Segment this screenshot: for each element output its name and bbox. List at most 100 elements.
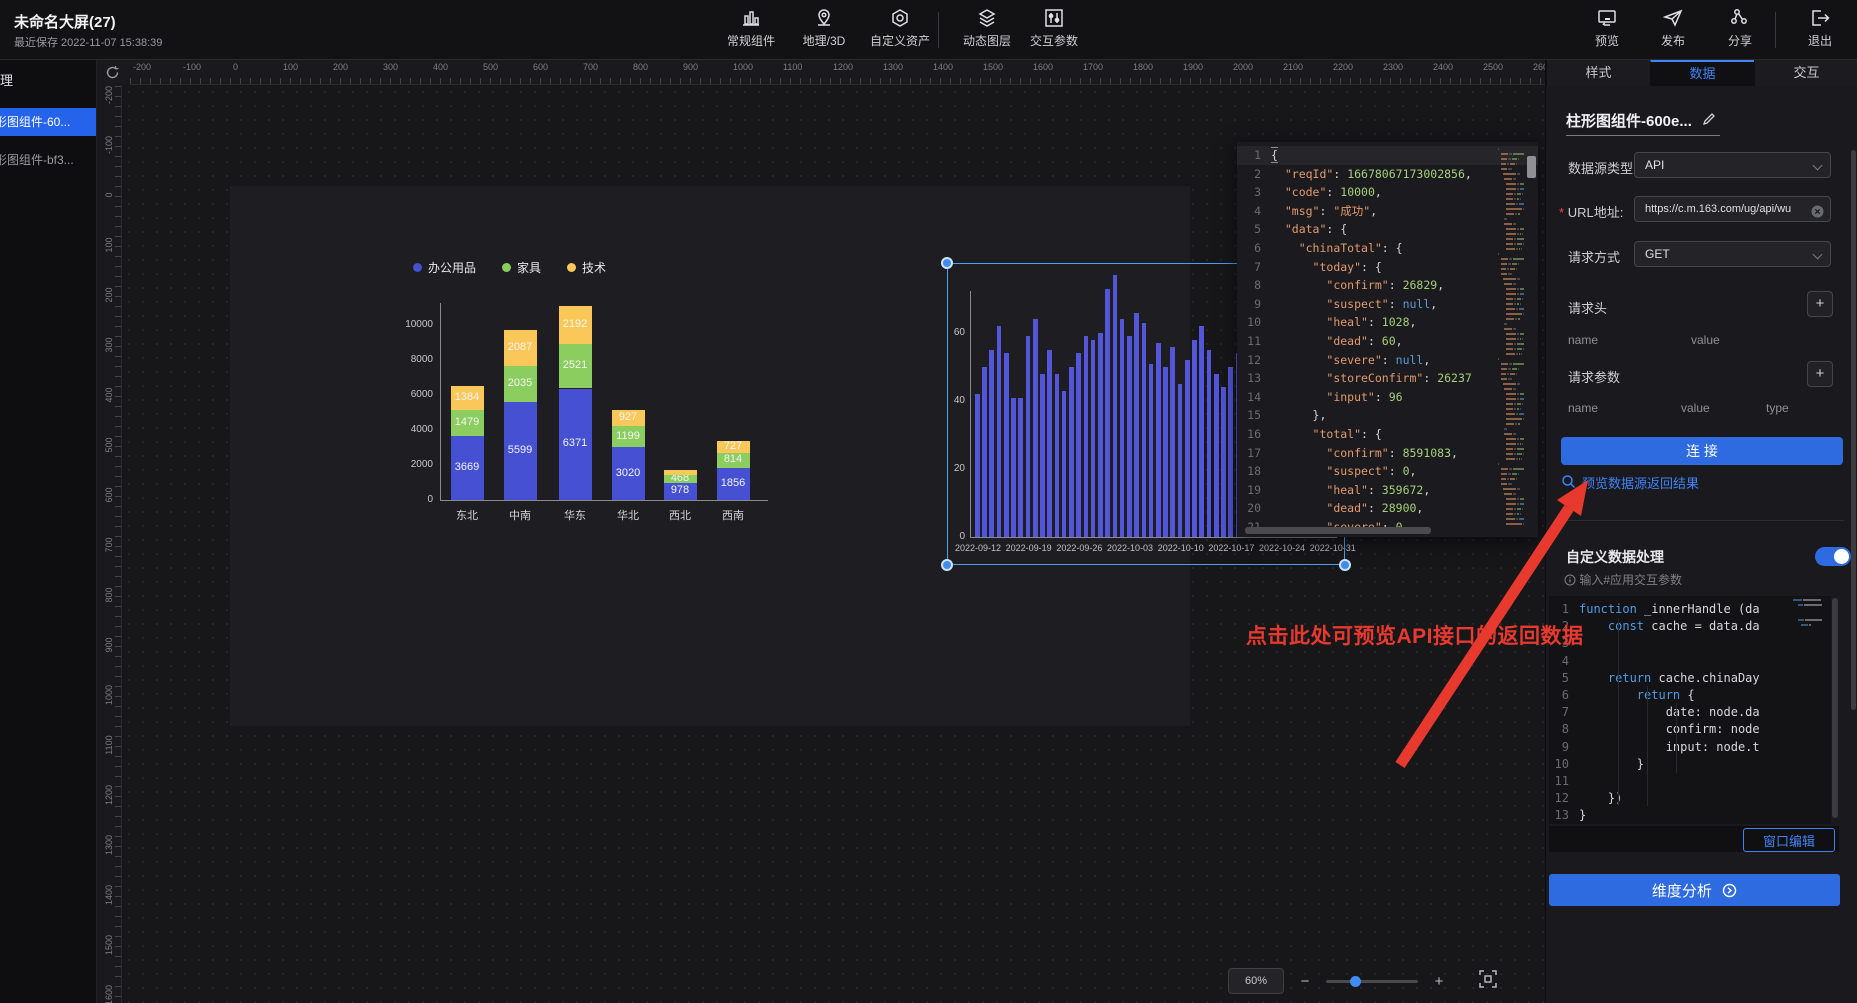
toolbar-item-components[interactable]: 常规组件 (715, 8, 787, 49)
add-param-button[interactable]: + (1807, 361, 1833, 387)
reset-view-icon[interactable] (105, 65, 120, 85)
ruler-tick-label: 1500 (983, 62, 1003, 72)
ruler-tick-label: 200 (333, 62, 348, 72)
request-params-label: 请求参数 (1568, 367, 1620, 386)
toolbar-item-interaction-params[interactable]: 交互参数 (1018, 8, 1090, 49)
bar (1221, 387, 1226, 537)
code-text: "heal": 1028, (1271, 313, 1416, 332)
bar (1170, 347, 1175, 537)
tab-label: 交互 (1793, 65, 1819, 80)
datasource-type-select[interactable]: API (1634, 152, 1831, 178)
selection-handle-top-left[interactable] (941, 257, 953, 269)
legend-item[interactable]: 家具 (502, 259, 541, 276)
add-header-button[interactable]: + (1807, 291, 1833, 317)
component-name: 柱形图组件-600e... (1566, 110, 1720, 136)
tab-interaction[interactable]: 交互 (1754, 60, 1857, 86)
popup-horizontal-scrollbar[interactable] (1245, 527, 1431, 534)
custom-data-processing-toggle[interactable] (1815, 547, 1851, 566)
zoom-slider-thumb[interactable] (1350, 976, 1361, 987)
editor-canvas[interactable]: 办公用品家具技术02000400060008000100003669147913… (122, 85, 1545, 1003)
y-axis-tick-label: 8000 (399, 354, 433, 365)
json-code-line: 1{ (1237, 146, 1538, 165)
bar-value-label: 2521 (559, 359, 592, 371)
clear-input-icon[interactable] (1811, 203, 1824, 222)
action-share[interactable]: 分享 (1704, 8, 1776, 49)
tab-data[interactable]: 数据 (1650, 60, 1754, 86)
json-code-line: 14 "input": 96 (1237, 388, 1538, 407)
ruler-tick-label: 600 (533, 62, 548, 72)
line-number: 9 (1549, 739, 1579, 756)
bar-value-label: 1856 (717, 477, 750, 489)
editor-code-line: 13} (1549, 807, 1839, 824)
edit-pencil-icon[interactable] (1702, 112, 1716, 130)
line-number: 12 (1237, 351, 1271, 370)
code-text: } (1579, 807, 1586, 824)
ruler-tick-label: 900 (683, 62, 698, 72)
bar (982, 367, 987, 537)
code-text: "code": 10000, (1271, 183, 1382, 202)
stacked-bar-chart[interactable]: 办公用品家具技术02000400060008000100003669147913… (395, 245, 780, 535)
fit-screen-icon[interactable] (1478, 969, 1498, 994)
code-text: }, (1271, 406, 1326, 425)
line-number: 11 (1549, 773, 1579, 790)
action-exit[interactable]: 退出 (1784, 8, 1856, 49)
popup-vertical-scrollbar[interactable] (1527, 156, 1536, 178)
line-number: 6 (1237, 239, 1271, 258)
dimension-analysis-button[interactable]: 维度分析 (1549, 874, 1840, 906)
zoom-level-input[interactable]: 60% (1228, 968, 1284, 994)
layer-item-bar-chart-60[interactable]: 柱形图组件-60... (0, 108, 97, 136)
action-preview[interactable]: 预览 (1571, 8, 1643, 49)
bar (1033, 319, 1038, 537)
editor-minimap (1793, 599, 1827, 633)
action-publish[interactable]: 发布 (1637, 8, 1709, 49)
selection-handle-bottom-left[interactable] (941, 559, 953, 571)
bar-chart-icon (715, 8, 787, 28)
json-code-line: 20 "dead": 28900, (1237, 499, 1538, 518)
line-number: 15 (1237, 406, 1271, 425)
json-code-line: 3 "code": 10000, (1237, 183, 1538, 202)
method-label: 请求方式 (1568, 247, 1620, 266)
toolbar-item-dynamic-layers[interactable]: 动态图层 (951, 8, 1023, 49)
x-axis-category-label: 西南 (711, 507, 755, 523)
url-input[interactable]: https://c.m.163.com/ug/api/wu (1634, 196, 1831, 222)
preview-datasource-link[interactable]: 预览数据源返回结果 (1582, 473, 1699, 492)
json-code-line: 13 "storeConfirm": 26237 (1237, 369, 1538, 388)
legend-item[interactable]: 技术 (567, 259, 606, 276)
editor-code-line: 6 return { (1549, 687, 1839, 704)
bar (1026, 336, 1031, 537)
custom-code-editor[interactable]: 1function _innerHandle (da2 const cache … (1549, 596, 1839, 824)
layer-item-bar-chart-bf3[interactable]: 柱形图组件-bf3... (0, 146, 97, 174)
method-select[interactable]: GET (1634, 241, 1831, 267)
layer-item-label: 柱形图组件-60... (0, 108, 70, 136)
legend-item[interactable]: 办公用品 (413, 259, 476, 276)
sliders-icon (1018, 8, 1090, 28)
y-axis-tick-label: 0 (399, 494, 433, 505)
ruler-tick-label: 1800 (1133, 62, 1153, 72)
toolbar-item-geo3d[interactable]: 地理/3D (788, 8, 860, 49)
json-code-line: 6 "chinaTotal": { (1237, 239, 1538, 258)
zoom-out-button[interactable]: − (1298, 973, 1312, 990)
line-number: 20 (1237, 499, 1271, 518)
selection-handle-bottom-right[interactable] (1339, 559, 1351, 571)
bar (1149, 364, 1154, 537)
connect-button[interactable]: 连 接 (1561, 437, 1843, 465)
zoom-slider[interactable] (1326, 980, 1418, 983)
paper-plane-icon (1637, 8, 1709, 28)
canvas-zoom-widget: 60% − + (1228, 968, 1498, 994)
json-code-line: 18 "suspect": 0, (1237, 462, 1538, 481)
code-text: "chinaTotal": { (1271, 239, 1403, 258)
zoom-in-button[interactable]: + (1432, 973, 1446, 990)
x-axis-line (440, 500, 768, 501)
tab-style[interactable]: 样式 (1546, 60, 1650, 86)
minimap-row (1498, 523, 1524, 528)
window-edit-button[interactable]: 窗口编辑 (1743, 828, 1835, 852)
panel-scrollbar[interactable] (1851, 150, 1856, 710)
line-number: 4 (1549, 653, 1579, 670)
bar (1178, 384, 1183, 537)
section-divider (1560, 520, 1844, 521)
toolbar-item-custom-assets[interactable]: 自定义资产 (864, 8, 936, 49)
json-code-line: 5 "data": { (1237, 220, 1538, 239)
ruler-tick-label: 2000 (1233, 62, 1253, 72)
code-minimap (1498, 148, 1524, 531)
editor-scrollbar[interactable] (1831, 596, 1839, 824)
